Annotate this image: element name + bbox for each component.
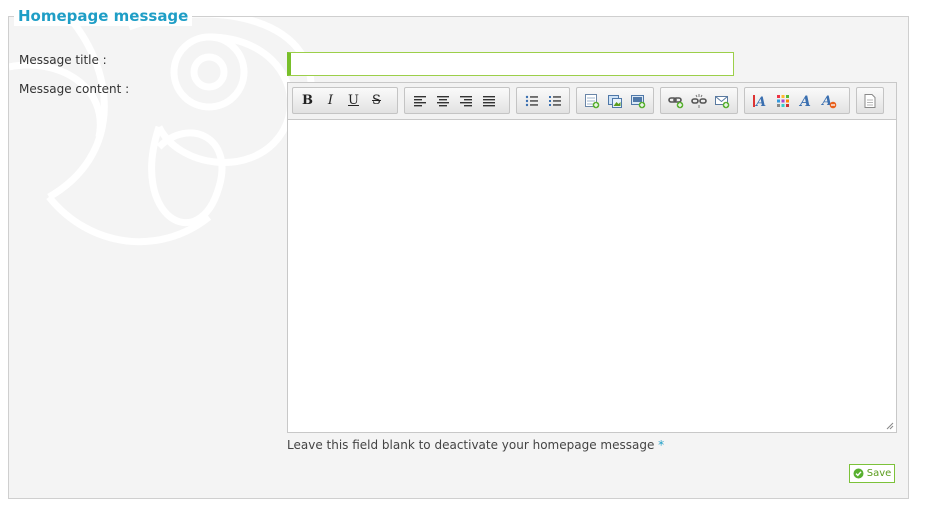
align-justify-button[interactable] (477, 89, 500, 112)
underline-button[interactable]: U (342, 89, 365, 112)
italic-button[interactable]: I (319, 89, 342, 112)
list-group (516, 87, 570, 114)
rich-text-editor: B I U S A A A (287, 82, 897, 433)
numbered-list-icon (548, 95, 561, 106)
help-asterisk: * (658, 438, 665, 452)
align-right-button[interactable] (454, 89, 477, 112)
insert-media-button[interactable] (626, 89, 649, 112)
section-legend: Homepage message (14, 6, 193, 26)
insert-image-icon (607, 94, 622, 108)
numbered-list-button[interactable] (543, 89, 566, 112)
clear-format-button[interactable]: A (817, 89, 840, 112)
text-color-icon: A (752, 94, 766, 109)
align-left-button[interactable] (408, 89, 431, 112)
align-left-icon (413, 95, 426, 106)
bullet-list-button[interactable] (520, 89, 543, 112)
align-center-icon (436, 95, 449, 106)
link-icon (667, 96, 683, 108)
text-color-button[interactable]: A (748, 89, 771, 112)
italic-icon: I (327, 93, 334, 108)
clear-format-icon: A (821, 94, 836, 109)
save-label: Save (866, 468, 892, 479)
bold-icon: B (302, 93, 313, 108)
strikethrough-button[interactable]: S (365, 89, 388, 112)
email-icon (714, 95, 729, 108)
help-message: Leave this field blank to deactivate you… (287, 438, 655, 452)
align-right-icon (459, 95, 472, 106)
check-circle-icon (853, 468, 864, 479)
font-style-group: A A A (744, 87, 850, 114)
underline-icon: U (348, 93, 359, 108)
view-source-button[interactable] (860, 89, 880, 112)
editor-toolbar: B I U S A A A (288, 83, 896, 120)
font-icon: A (798, 94, 811, 109)
unlink-icon (690, 93, 707, 108)
message-content-label: Message content : (19, 82, 130, 96)
help-text: Leave this field blank to deactivate you… (287, 438, 664, 452)
bullet-list-icon (525, 95, 538, 106)
insert-group (576, 87, 654, 114)
insert-link-button[interactable] (664, 89, 687, 112)
remove-link-button[interactable] (687, 89, 710, 112)
message-title-input[interactable] (287, 52, 734, 76)
save-button[interactable]: Save (849, 464, 895, 483)
source-group (856, 87, 884, 114)
bold-button[interactable]: B (296, 89, 319, 112)
insert-table-button[interactable] (580, 89, 603, 112)
document-icon (864, 93, 876, 108)
insert-media-icon (630, 94, 645, 108)
insert-image-button[interactable] (603, 89, 626, 112)
text-style-group: B I U S (292, 87, 398, 114)
align-center-button[interactable] (431, 89, 454, 112)
svg-text:A: A (798, 94, 811, 109)
alignment-group (404, 87, 510, 114)
font-button[interactable]: A (794, 89, 817, 112)
message-title-label: Message title : (19, 53, 107, 67)
strikethrough-icon: S (372, 93, 381, 108)
align-justify-icon (482, 95, 495, 106)
insert-email-button[interactable] (710, 89, 733, 112)
link-group (660, 87, 738, 114)
svg-text:A: A (754, 95, 766, 109)
message-content-area[interactable] (288, 120, 896, 432)
background-color-button[interactable] (771, 89, 794, 112)
insert-table-icon (584, 93, 599, 108)
resize-grip-icon[interactable] (886, 422, 894, 430)
color-palette-icon (776, 94, 789, 107)
